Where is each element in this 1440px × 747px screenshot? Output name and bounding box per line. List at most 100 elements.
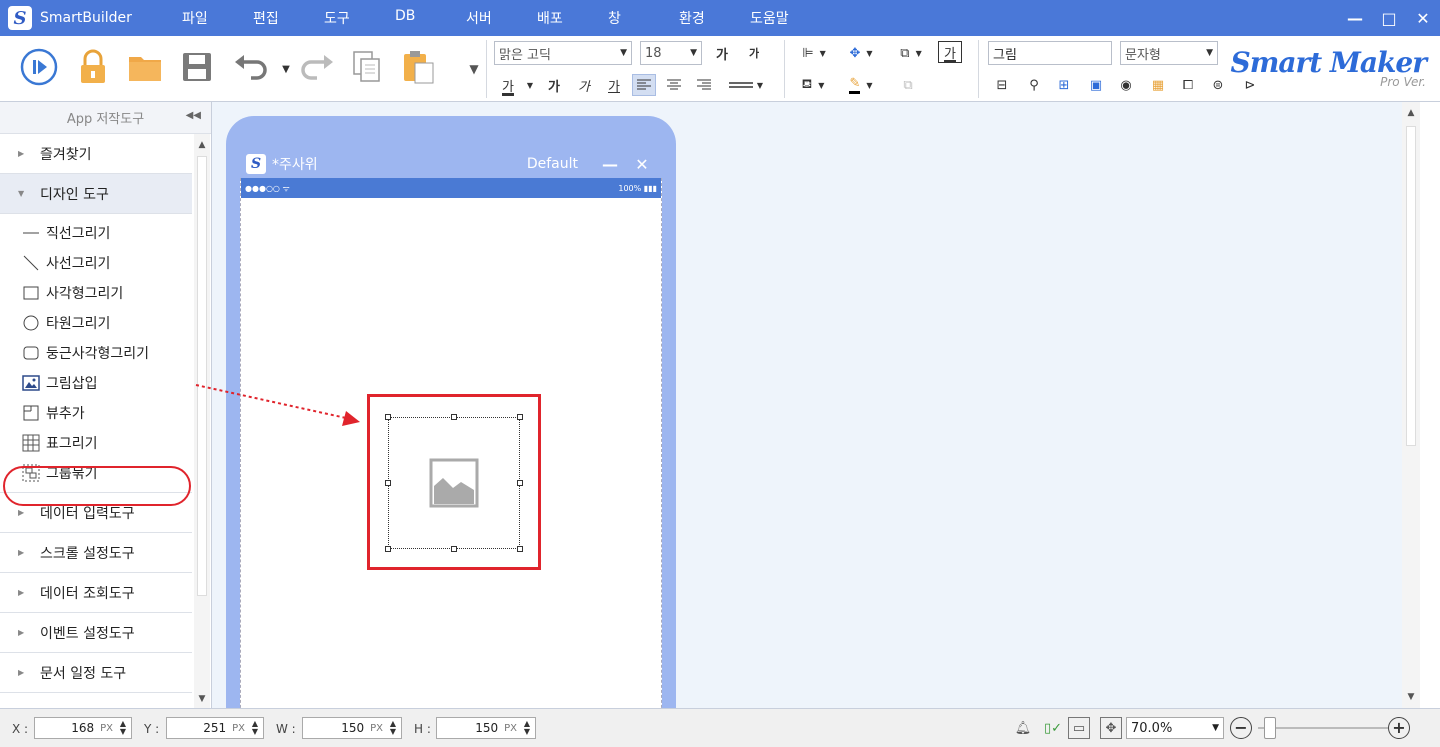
group-button[interactable]: ⧠ xyxy=(1176,74,1200,96)
x-input[interactable]: 168 PX ▲ ▼ xyxy=(34,717,132,739)
magic-wand-button[interactable]: ⚲ xyxy=(1022,74,1046,96)
tool-rectangle[interactable]: 사각형그리기 xyxy=(0,278,192,308)
open-button[interactable] xyxy=(126,48,164,86)
resize-handle-ne[interactable] xyxy=(517,414,523,420)
component-name-field[interactable]: 그림 xyxy=(988,41,1112,65)
frame-button[interactable]: ▭ xyxy=(1068,717,1090,739)
menu-db[interactable]: DB xyxy=(395,8,466,28)
undo-button[interactable] xyxy=(232,48,270,86)
run-button[interactable] xyxy=(20,48,58,86)
bold-button[interactable]: 가 xyxy=(542,74,566,96)
underline-button[interactable]: 가 xyxy=(602,74,626,96)
link-button[interactable]: ⊞ xyxy=(1052,74,1076,96)
zoom-slider-thumb[interactable] xyxy=(1263,717,1276,739)
device-minimize-button[interactable]: — xyxy=(598,155,622,174)
more-dropdown-icon[interactable]: ▼ xyxy=(462,58,486,80)
tool-insert-image[interactable]: 그림삽입 xyxy=(0,368,192,398)
collapse-panel-icon[interactable]: ◀◀ xyxy=(186,110,201,121)
menu-help[interactable]: 도움말 xyxy=(750,8,821,28)
resize-handle-sw[interactable] xyxy=(385,546,391,552)
preview-button[interactable]: ◉ xyxy=(1114,74,1138,96)
maximize-button[interactable]: □ xyxy=(1372,0,1406,36)
font-color-dropdown-icon[interactable]: ▼ xyxy=(518,74,542,96)
spinner-icon[interactable]: ▲ ▼ xyxy=(249,720,261,736)
font-color-button[interactable]: 가 xyxy=(496,74,520,96)
font-shrink-button[interactable]: 가 xyxy=(742,42,766,64)
resize-handle-s[interactable] xyxy=(451,546,457,552)
device-mode[interactable]: Default xyxy=(527,156,578,172)
tool-add-view[interactable]: 뷰추가 xyxy=(0,398,192,428)
redo-button[interactable] xyxy=(298,48,336,86)
fill-color-button[interactable]: ⛾ ▼ xyxy=(794,74,832,96)
spinner-icon[interactable]: ▲ ▼ xyxy=(521,720,533,736)
panel-scrollbar[interactable]: ▲ ▼ xyxy=(194,134,210,708)
undo-dropdown-icon[interactable]: ▼ xyxy=(274,58,298,80)
zoom-select[interactable]: 70.0% ▼ xyxy=(1126,717,1224,739)
category-design-tools[interactable]: ▼ 디자인 도구 xyxy=(0,174,192,214)
italic-button[interactable]: 가 xyxy=(572,74,596,96)
resize-handle-w[interactable] xyxy=(385,480,391,486)
arrange-button[interactable]: ⧉ ▼ xyxy=(892,42,930,64)
scroll-down-icon[interactable]: ▼ xyxy=(1403,692,1419,702)
scroll-up-icon[interactable]: ▲ xyxy=(1403,108,1419,118)
align-objects-button[interactable]: ⊫ ▼ xyxy=(796,42,832,64)
font-name-select[interactable]: 맑은 고딕 ▼ xyxy=(494,41,632,65)
tool-rounded-rect[interactable]: 둥근사각형그리기 xyxy=(0,338,192,368)
font-grow-button[interactable]: 가 xyxy=(710,42,734,64)
device-check-button[interactable]: ▯✓ xyxy=(1042,717,1064,739)
align-left-button[interactable] xyxy=(632,74,656,96)
component-type-select[interactable]: 문자형 ▼ xyxy=(1120,41,1218,65)
window-button[interactable]: ▣ xyxy=(1084,74,1108,96)
menu-file[interactable]: 파일 xyxy=(182,8,253,28)
category-scroll[interactable]: ▶ 스크롤 설정도구 xyxy=(0,533,192,573)
align-right-button[interactable] xyxy=(692,74,716,96)
menu-deploy[interactable]: 배포 xyxy=(537,8,608,28)
fit-button[interactable]: ✥ xyxy=(1100,717,1122,739)
line-color-button[interactable]: ✎ ▼ xyxy=(842,74,880,96)
distribute-button[interactable]: ✥ ▼ xyxy=(842,42,880,64)
tool-line[interactable]: 직선그리기 xyxy=(0,218,192,248)
menu-edit[interactable]: 편집 xyxy=(253,8,324,28)
resize-handle-n[interactable] xyxy=(451,414,457,420)
tool-diagonal[interactable]: 사선그리기 xyxy=(0,248,192,278)
spinner-icon[interactable]: ▲ ▼ xyxy=(117,720,129,736)
zoom-slider-track[interactable] xyxy=(1258,727,1388,729)
layout-button[interactable]: ⊟ xyxy=(990,74,1014,96)
scroll-up-icon[interactable]: ▲ xyxy=(194,140,210,150)
tool-table[interactable]: 표그리기 xyxy=(0,428,192,458)
menu-settings[interactable]: 환경 xyxy=(679,8,750,28)
scroll-down-icon[interactable]: ▼ xyxy=(194,694,210,704)
scrollbar-thumb[interactable] xyxy=(197,156,207,596)
align-center-button[interactable] xyxy=(662,74,686,96)
menu-window[interactable]: 창 xyxy=(608,8,679,28)
palette-button[interactable]: ▦ xyxy=(1146,74,1170,96)
line-style-button[interactable]: ▼ xyxy=(726,74,766,96)
zoom-in-button[interactable]: + xyxy=(1388,717,1410,739)
menu-tools[interactable]: 도구 xyxy=(324,8,395,28)
spinner-icon[interactable]: ▲ ▼ xyxy=(387,720,399,736)
minimize-button[interactable]: — xyxy=(1338,0,1372,36)
ungroup-button[interactable]: ⧉ xyxy=(896,74,920,96)
width-input[interactable]: 150 PX ▲ ▼ xyxy=(302,717,402,739)
category-schedule[interactable]: ▶ 문서 일정 도구 xyxy=(0,653,192,693)
image-component[interactable] xyxy=(385,414,523,552)
save-button[interactable] xyxy=(178,48,216,86)
zoom-out-button[interactable]: − xyxy=(1230,717,1252,739)
design-canvas[interactable]: S *주사위 Default — ✕ ●●●○○ ᯤ 100% ▮▮▮ ▲ ▼ xyxy=(212,102,1420,708)
paste-button[interactable] xyxy=(400,48,438,86)
height-input[interactable]: 150 PX ▲ ▼ xyxy=(436,717,536,739)
text-box-button[interactable]: 가 xyxy=(938,41,962,63)
document-button[interactable]: ⊜ xyxy=(1206,74,1230,96)
category-event[interactable]: ▶ 이벤트 설정도구 xyxy=(0,613,192,653)
copy-button[interactable] xyxy=(348,48,386,86)
canvas-scrollbar[interactable]: ▲ ▼ xyxy=(1402,102,1420,708)
resize-handle-nw[interactable] xyxy=(385,414,391,420)
resize-handle-se[interactable] xyxy=(517,546,523,552)
font-size-select[interactable]: 18 ▼ xyxy=(640,41,702,65)
tool-ellipse[interactable]: 타원그리기 xyxy=(0,308,192,338)
category-favorites[interactable]: ▶ 즐겨찾기 xyxy=(0,134,192,174)
category-data-query[interactable]: ▶ 데이터 조회도구 xyxy=(0,573,192,613)
phone-screen[interactable]: ●●●○○ ᯤ 100% ▮▮▮ xyxy=(240,178,662,708)
menu-server[interactable]: 서버 xyxy=(466,8,537,28)
device-close-button[interactable]: ✕ xyxy=(630,155,654,174)
